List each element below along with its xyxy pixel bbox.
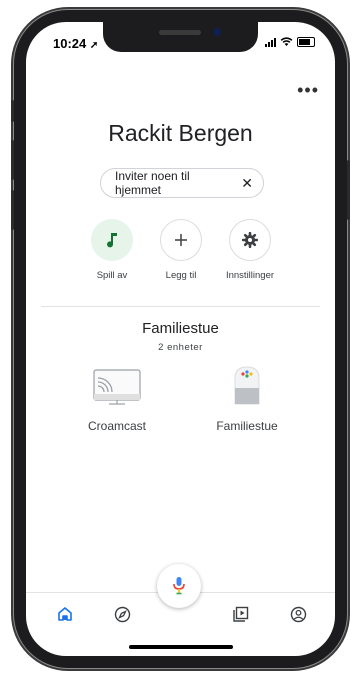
settings-label: Innstillinger	[225, 270, 275, 281]
camera	[213, 28, 221, 36]
close-icon[interactable]: ✕	[241, 175, 253, 192]
google-home-speaker-icon	[234, 366, 260, 405]
compass-icon[interactable]	[113, 605, 131, 623]
voice-fab[interactable]	[157, 564, 201, 608]
invite-chip-label: Inviter noen til hjemmet	[115, 169, 190, 197]
add-label: Legg til	[165, 270, 197, 281]
music-note-icon	[91, 219, 133, 261]
home-indicator	[129, 645, 233, 649]
more-menu-icon[interactable]: •••	[297, 80, 319, 101]
wifi-icon	[280, 37, 293, 46]
notch	[103, 22, 258, 52]
speaker	[159, 30, 201, 35]
room-device-count: 2 enheter	[158, 342, 203, 353]
device-google-home[interactable]: Familiestue	[202, 364, 292, 433]
home-title: Rackit Bergen	[108, 120, 253, 146]
device-name: Croamcast	[87, 419, 146, 433]
add-action[interactable]: Legg til	[145, 219, 217, 281]
volume-up-button	[11, 140, 14, 180]
power-button	[347, 160, 350, 220]
play-label: Spill av	[96, 270, 128, 281]
phone-screen: 10:24 ➚ ••• Rackit Bergen Inviter noen t…	[26, 22, 335, 656]
home-icon[interactable]	[56, 605, 74, 623]
device-chromecast[interactable]: Croamcast	[72, 368, 162, 433]
status-icons	[265, 37, 315, 47]
room-title: Familiestue	[142, 320, 219, 337]
media-library-icon[interactable]	[231, 605, 249, 623]
settings-action[interactable]: Innstillinger	[214, 219, 286, 281]
volume-down-button	[11, 190, 14, 230]
divider	[41, 306, 320, 307]
mute-switch	[11, 100, 14, 122]
microphone-icon	[173, 577, 185, 595]
account-icon[interactable]	[289, 605, 307, 623]
signal-icon	[265, 37, 276, 47]
location-arrow-icon: ➚	[89, 40, 99, 51]
play-action[interactable]: Spill av	[76, 219, 148, 281]
gear-icon	[229, 219, 271, 261]
battery-icon	[297, 37, 315, 47]
chromecast-icon	[93, 369, 141, 405]
plus-icon	[160, 219, 202, 261]
status-time: 10:24 ➚	[53, 36, 99, 51]
invite-chip[interactable]: Inviter noen til hjemmet ✕	[100, 168, 264, 198]
device-name: Familiestue	[216, 419, 278, 433]
